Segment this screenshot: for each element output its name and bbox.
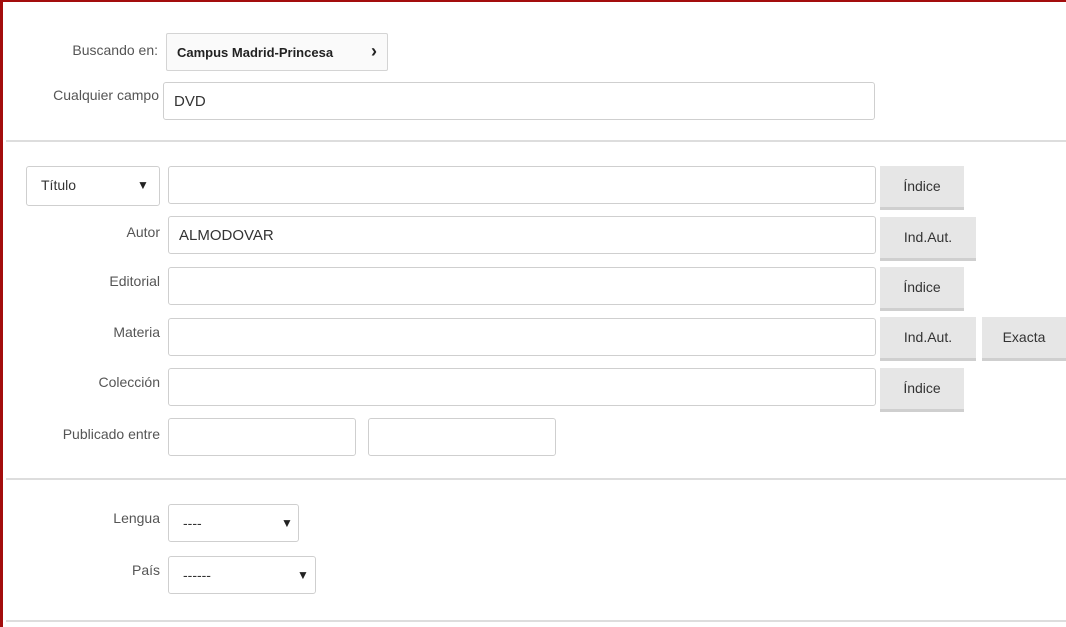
author-label: Autor (126, 224, 160, 240)
language-select[interactable]: ---- ▼ (168, 504, 299, 542)
dropdown-arrow-icon: ▼ (281, 516, 293, 530)
country-select-value: ------ (183, 567, 211, 583)
collection-label: Colección (98, 374, 160, 390)
title-index-button[interactable]: Índice (880, 166, 964, 210)
published-from-input[interactable] (168, 418, 356, 456)
country-label: País (131, 562, 160, 578)
publisher-index-button[interactable]: Índice (880, 267, 964, 311)
published-between-label: Publicado entre (62, 426, 160, 442)
country-select[interactable]: ------ ▼ (168, 556, 316, 594)
chevron-right-icon: › (371, 41, 377, 61)
published-to-input[interactable] (368, 418, 556, 456)
dropdown-arrow-icon: ▼ (297, 568, 309, 582)
searching-in-label: Buscando en: (72, 42, 158, 58)
section-divider (6, 140, 1066, 142)
author-input[interactable]: ALMODOVAR (168, 216, 876, 254)
subject-exact-button[interactable]: Exacta (982, 317, 1066, 361)
any-field-label: Cualquier campo (53, 87, 159, 103)
section-divider (6, 620, 1066, 622)
location-value: Campus Madrid-Princesa (177, 45, 334, 60)
language-select-value: ---- (183, 515, 202, 531)
title-input[interactable] (168, 166, 876, 204)
publisher-input[interactable] (168, 267, 876, 305)
publisher-label: Editorial (109, 273, 160, 289)
search-form-frame: Buscando en: Campus Madrid-Princesa › Cu… (0, 0, 1066, 627)
any-field-input[interactable]: DVD (163, 82, 875, 120)
subject-index-button[interactable]: Ind.Aut. (880, 317, 976, 361)
field-type-select-value: Título (41, 177, 77, 193)
collection-index-button[interactable]: Índice (880, 368, 964, 412)
subject-input[interactable] (168, 318, 876, 356)
section-divider (6, 478, 1066, 480)
author-index-button[interactable]: Ind.Aut. (880, 217, 976, 261)
field-type-select[interactable]: Título ▼ (26, 166, 160, 206)
dropdown-arrow-icon: ▼ (137, 178, 149, 192)
location-selector-button[interactable]: Campus Madrid-Princesa › (166, 33, 388, 71)
language-label: Lengua (113, 510, 160, 526)
collection-input[interactable] (168, 368, 876, 406)
subject-label: Materia (113, 324, 160, 340)
